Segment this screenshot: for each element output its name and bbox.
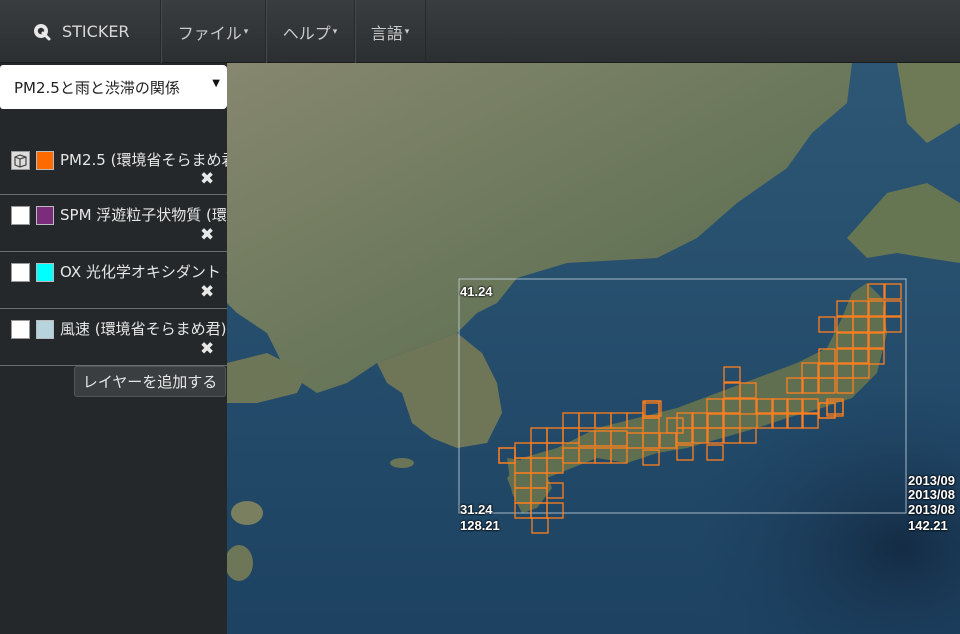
scenario-select[interactable]: PM2.5と雨と渋滞の関係 ▼ [0,65,227,109]
remove-layer-icon[interactable]: ✖ [200,284,214,301]
menu-file[interactable]: ファイル ▾ [160,0,265,63]
layer-visibility-checkbox[interactable] [11,206,30,225]
layer-cube-icon [14,154,27,168]
remove-layer-icon[interactable]: ✖ [200,171,214,188]
layer-color-swatch[interactable] [36,263,54,282]
layer-row-ox: OX 光化学オキシダント (環境省そらまめ君) ✖ [0,252,227,309]
layer-visibility-checkbox[interactable] [11,320,30,339]
layer-row-wind: 風速 (環境省そらまめ君) ✖ [0,309,227,366]
add-layer-button[interactable]: レイヤーを追加する [74,366,226,397]
caret-down-icon: ▾ [404,26,410,37]
satellite-basemap [227,63,960,634]
date-label: 2013/08 [908,502,955,517]
menu-help-label: ヘルプ [282,23,331,43]
scenario-select-value: PM2.5と雨と渋滞の関係 [14,78,180,97]
bound-north-label: 41.24 [460,284,493,299]
layer-visibility-checkbox[interactable] [11,151,30,170]
layer-sidebar: PM2.5と雨と渋滞の関係 ▼ PM2.5 (環境省そらまめ君) ✖ SPM 浮… [0,63,227,634]
layer-color-swatch[interactable] [36,206,54,225]
date-label: 2013/08 [908,487,955,502]
layer-label: OX 光化学オキシダント (環境省そらまめ君) [60,263,227,281]
layer-label: PM2.5 (環境省そらまめ君) [60,151,227,169]
remove-layer-icon[interactable]: ✖ [200,341,214,358]
map-view[interactable]: 41.24 31.24 128.21 2013/09 2013/08 2013/… [227,63,960,634]
caret-down-icon: ▾ [243,26,249,37]
layer-color-swatch[interactable] [36,320,54,339]
layer-label: SPM 浮遊粒子状物質 (環境省そらまめ君) [60,206,227,224]
sticker-logo-icon [34,23,51,40]
dropdown-caret-icon: ▼ [212,78,220,89]
brand[interactable]: STICKER [0,0,160,63]
bound-south-label: 31.24 [460,502,493,517]
date-label: 2013/09 [908,473,955,488]
layer-color-swatch[interactable] [36,151,54,170]
bound-west-label: 128.21 [460,518,500,533]
layer-row-spm: SPM 浮遊粒子状物質 (環境省そらまめ君) ✖ [0,195,227,252]
caret-down-icon: ▾ [332,26,338,37]
brand-name: STICKER [62,22,130,41]
layer-visibility-checkbox[interactable] [11,263,30,282]
menu-language[interactable]: 言語 ▾ [354,0,426,63]
layer-row-pm25: PM2.5 (環境省そらまめ君) ✖ [0,138,227,195]
menu-file-label: ファイル [177,23,242,43]
remove-layer-icon[interactable]: ✖ [200,227,214,244]
menu-language-label: 言語 [370,23,403,43]
top-navbar: STICKER ファイル ▾ ヘルプ ▾ 言語 ▾ [0,0,960,63]
menu-help[interactable]: ヘルプ ▾ [265,0,354,63]
bound-east-label: 142.21 [908,518,948,533]
layer-label: 風速 (環境省そらまめ君) [60,320,227,338]
